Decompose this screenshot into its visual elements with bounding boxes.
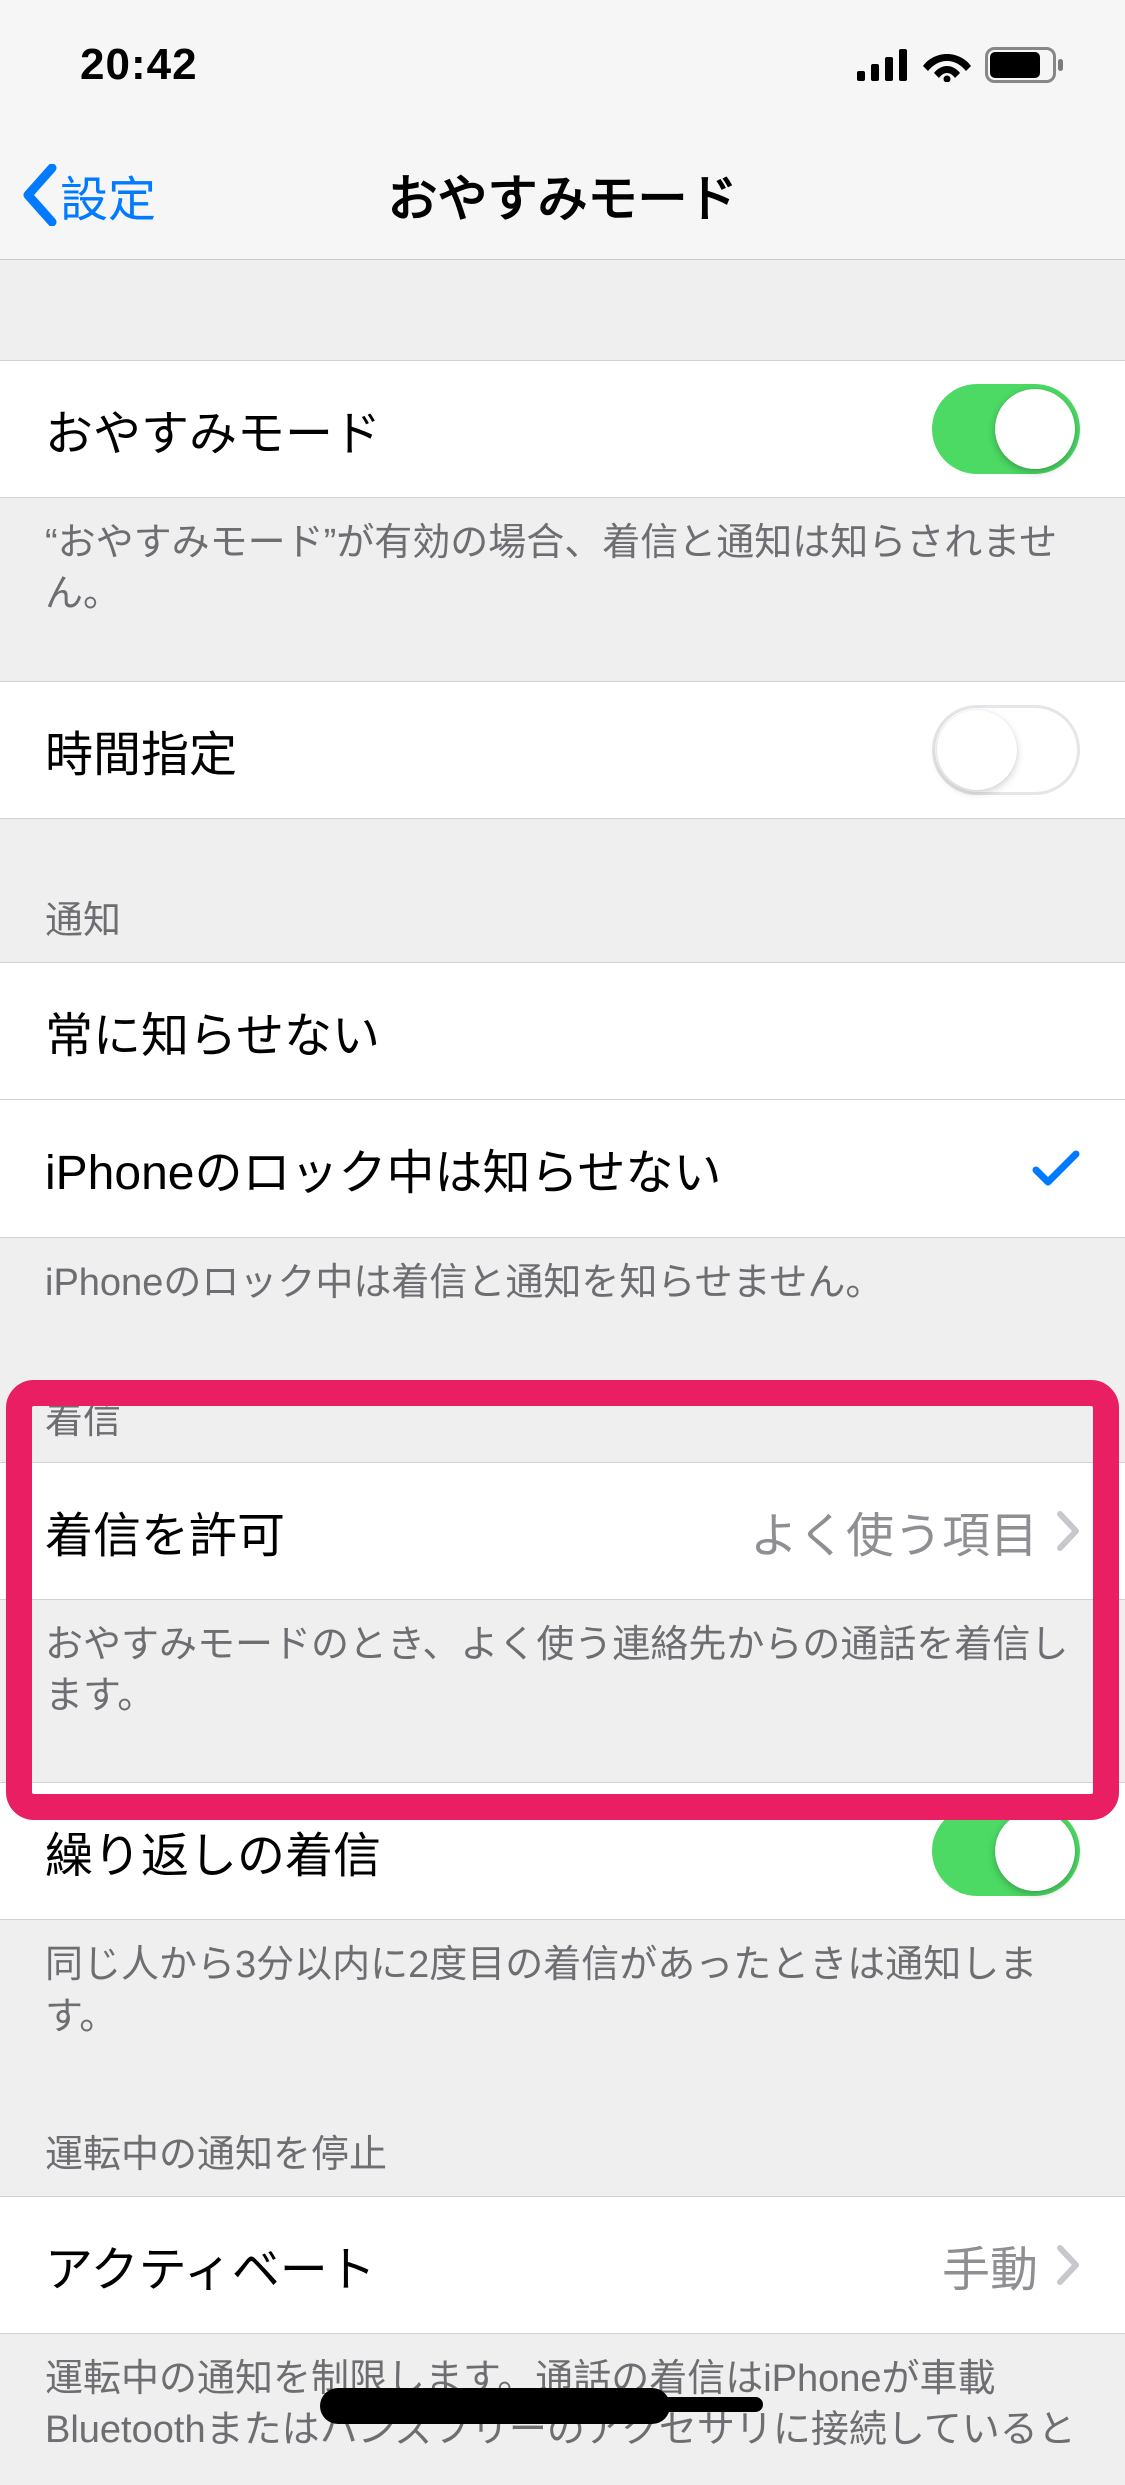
wifi-icon [923,48,971,82]
repeat-toggle[interactable] [932,1806,1080,1896]
silence-locked-label: iPhoneのロック中は知らせない [45,1133,1032,1203]
calls-allow-value: よく使う項目 [750,1496,1038,1566]
checkmark-icon [1032,1148,1080,1188]
driving-activate-label: アクティベート [45,2230,942,2300]
silence-header: 通知 [0,819,1125,962]
status-time: 20:42 [80,40,198,90]
dnd-row[interactable]: おやすみモード [0,360,1125,498]
dnd-toggle[interactable] [932,384,1080,474]
cellular-icon [857,49,909,81]
battery-icon [985,47,1065,83]
repeat-footer: 同じ人から3分以内に2度目の着信があったときは通知します。 [0,1920,1125,2071]
chevron-left-icon [20,164,58,226]
nav-back-label: 設定 [60,160,156,230]
schedule-toggle[interactable] [932,705,1080,795]
silence-locked-row[interactable]: iPhoneのロック中は知らせない [0,1100,1125,1238]
calls-header: 着信 [0,1337,1125,1462]
chevron-right-icon [1056,1510,1080,1552]
chevron-right-icon [1056,2244,1080,2286]
dnd-label: おやすみモード [45,394,932,464]
dnd-footer: “おやすみモード”が有効の場合、着信と通知は知らされません。 [0,498,1125,649]
repeat-row[interactable]: 繰り返しの着信 [0,1782,1125,1920]
nav-title: おやすみモード [0,159,1125,231]
status-bar: 20:42 [0,0,1125,130]
repeat-label: 繰り返しの着信 [45,1816,932,1886]
driving-activate-row[interactable]: アクティベート 手動 [0,2196,1125,2334]
nav-bar: 設定 おやすみモード [0,130,1125,260]
status-indicators [857,47,1065,83]
calls-allow-row[interactable]: 着信を許可 よく使う項目 [0,1462,1125,1600]
silence-footer: iPhoneのロック中は着信と通知を知らせません。 [0,1238,1125,1337]
silence-always-row[interactable]: 常に知らせない [0,962,1125,1100]
calls-allow-label: 着信を許可 [45,1496,750,1566]
home-indicator [363,2397,763,2412]
silence-always-label: 常に知らせない [45,996,1080,1066]
nav-back-button[interactable]: 設定 [0,160,156,230]
driving-header: 運転中の通知を停止 [0,2071,1125,2196]
schedule-row[interactable]: 時間指定 [0,681,1125,819]
driving-activate-value: 手動 [942,2230,1038,2300]
schedule-label: 時間指定 [45,715,932,785]
calls-footer: おやすみモードのとき、よく使う連絡先からの通話を着信します。 [0,1600,1125,1751]
